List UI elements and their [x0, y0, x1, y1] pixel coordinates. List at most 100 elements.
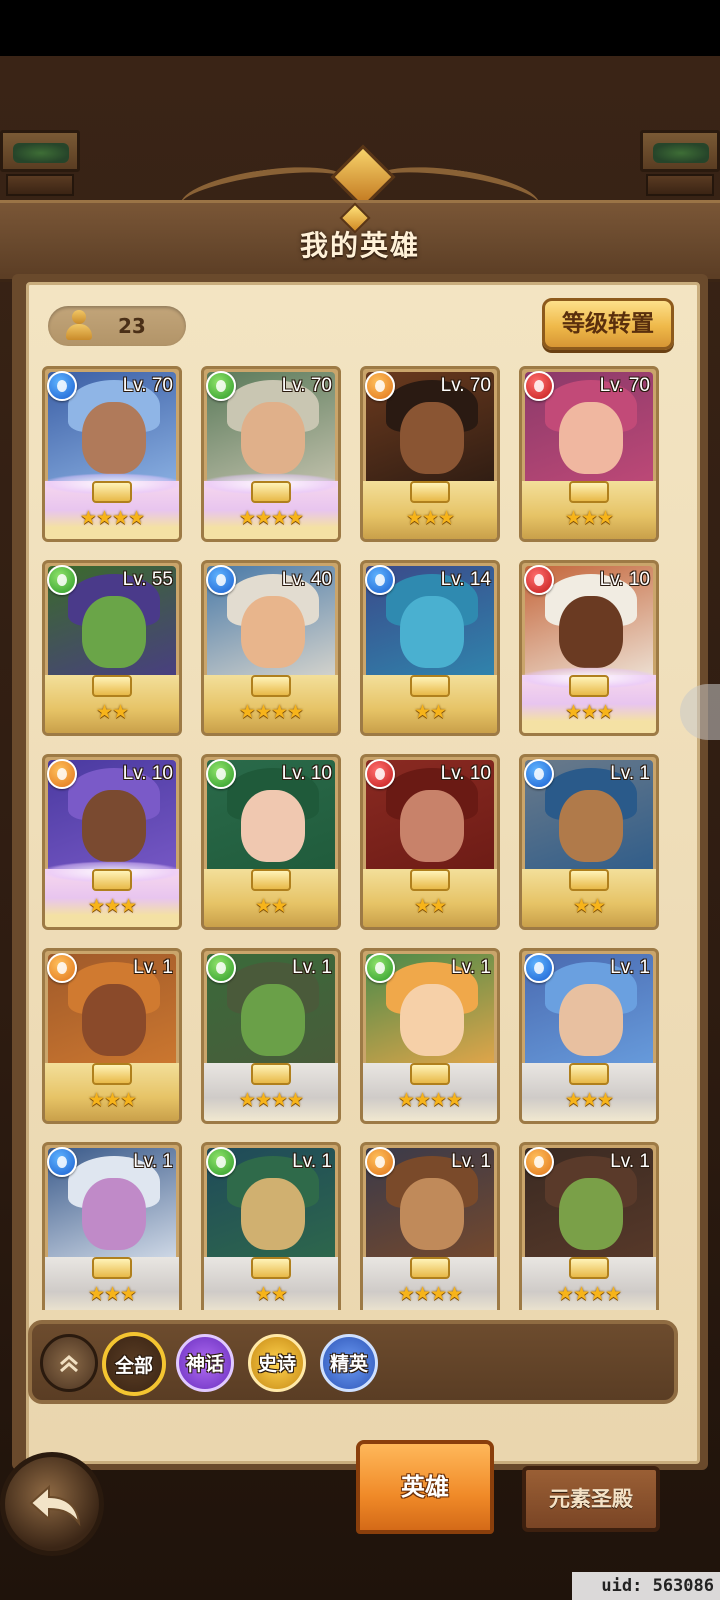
hero-level: Lv. 1: [292, 1151, 332, 1172]
filter-myth-button[interactable]: 神话: [176, 1334, 234, 1392]
hero-level: Lv. 14: [440, 569, 491, 590]
hero-stars: ★★★★: [238, 701, 304, 723]
left-pillar-decoration: [0, 130, 80, 200]
hero-grid: ★★★★ Lv. 70 ★★★★ Lv. 70 ★★★ Lv. 70 ★★★ Lv. 70 ★★…: [42, 366, 682, 1310]
page-title: 我的英雄: [299, 229, 420, 262]
fire-element-icon: [365, 759, 395, 789]
hero-level: Lv. 1: [610, 957, 650, 978]
water-element-icon: [47, 371, 77, 401]
status-bar: [0, 0, 720, 56]
hero-card[interactable]: ★★ Lv. 10: [201, 754, 341, 930]
light-element-icon: [365, 371, 395, 401]
hero-card[interactable]: ★★ Lv. 10: [360, 754, 500, 930]
hero-count-badge: 23: [48, 306, 186, 346]
filter-all-button[interactable]: 全部: [102, 1332, 166, 1396]
back-button[interactable]: [0, 1452, 104, 1556]
hero-level: Lv. 10: [440, 763, 491, 784]
fire-element-icon: [524, 371, 554, 401]
hero-card[interactable]: ★★★ Lv. 1: [42, 948, 182, 1124]
hero-stars: ★★★★: [556, 1283, 622, 1305]
hero-level: Lv. 10: [281, 763, 332, 784]
rank-crest-icon: [251, 1257, 291, 1279]
water-element-icon: [524, 759, 554, 789]
hero-stars: ★★: [413, 895, 447, 917]
hero-face: [559, 984, 623, 1056]
hero-card[interactable]: ★★ Lv. 1: [519, 754, 659, 930]
hero-stars: ★★★★: [238, 507, 304, 529]
double-chevron-up-icon: [60, 1355, 78, 1373]
rank-crest-icon: [251, 675, 291, 697]
hero-card[interactable]: ★★★★ Lv. 40: [201, 560, 341, 736]
hero-face: [82, 984, 146, 1056]
water-element-icon: [524, 953, 554, 983]
filter-elite-button[interactable]: 精英: [320, 1334, 378, 1392]
hero-face: [82, 790, 146, 862]
hero-level: Lv. 1: [292, 957, 332, 978]
fire-element-icon: [524, 565, 554, 595]
rank-crest-icon: [569, 481, 609, 503]
rank-crest-icon: [251, 481, 291, 503]
hero-card[interactable]: ★★★★ Lv. 1: [519, 1142, 659, 1310]
level-transfer-button[interactable]: 等级转置: [542, 298, 674, 350]
hero-level: Lv. 70: [440, 375, 491, 396]
light-element-icon: [47, 953, 77, 983]
hero-card[interactable]: ★★★★ Lv. 1: [360, 948, 500, 1124]
rank-crest-icon: [569, 869, 609, 891]
hero-card[interactable]: ★★★ Lv. 70: [519, 366, 659, 542]
rank-crest-icon: [569, 675, 609, 697]
hero-level: Lv. 70: [122, 375, 173, 396]
hero-face: [559, 402, 623, 474]
hero-level: Lv. 1: [451, 957, 491, 978]
hero-face: [82, 1178, 146, 1250]
hero-face: [559, 790, 623, 862]
rank-crest-icon: [410, 481, 450, 503]
hero-count: 23: [118, 314, 146, 338]
hero-stars: ★★★: [564, 1089, 614, 1111]
hero-face: [559, 1178, 623, 1250]
hero-card[interactable]: ★★★★ Lv. 70: [201, 366, 341, 542]
wind-element-icon: [206, 759, 236, 789]
hero-face: [400, 790, 464, 862]
hero-card[interactable]: ★★★★ Lv. 1: [360, 1142, 500, 1310]
hero-card[interactable]: ★★★ Lv. 70: [360, 366, 500, 542]
hero-level: Lv. 1: [133, 1151, 173, 1172]
rank-crest-icon: [92, 869, 132, 891]
hero-level: Lv. 1: [610, 1151, 650, 1172]
rank-crest-icon: [569, 1063, 609, 1085]
hero-card[interactable]: ★★ Lv. 55: [42, 560, 182, 736]
hero-face: [400, 596, 464, 668]
hero-card[interactable]: ★★★ Lv. 1: [42, 1142, 182, 1310]
hero-card[interactable]: ★★★ Lv. 10: [519, 560, 659, 736]
hero-stars: ★★★★: [397, 1089, 463, 1111]
tab-heroes[interactable]: 英雄: [356, 1440, 494, 1534]
hero-card[interactable]: ★★ Lv. 1: [201, 1142, 341, 1310]
hero-card[interactable]: ★★★ Lv. 10: [42, 754, 182, 930]
hero-card[interactable]: ★★ Lv. 14: [360, 560, 500, 736]
hero-level: Lv. 1: [451, 1151, 491, 1172]
person-icon: [64, 310, 94, 342]
collapse-filter-button[interactable]: [40, 1334, 98, 1392]
hero-stars: ★★★★: [79, 507, 145, 529]
hero-face: [400, 1178, 464, 1250]
hero-stars: ★★★: [87, 895, 137, 917]
right-pillar-decoration: [640, 130, 720, 200]
light-element-icon: [47, 759, 77, 789]
hero-face: [82, 402, 146, 474]
water-element-icon: [47, 1147, 77, 1177]
rank-crest-icon: [410, 675, 450, 697]
hero-stars: ★★: [95, 701, 129, 723]
hero-face: [241, 790, 305, 862]
wind-element-icon: [206, 1147, 236, 1177]
hero-card[interactable]: ★★★ Lv. 1: [519, 948, 659, 1124]
light-element-icon: [524, 1147, 554, 1177]
hero-level: Lv. 70: [599, 375, 650, 396]
hero-card[interactable]: ★★★★ Lv. 1: [201, 948, 341, 1124]
rank-crest-icon: [92, 675, 132, 697]
hero-card[interactable]: ★★★★ Lv. 70: [42, 366, 182, 542]
tab-element-temple[interactable]: 元素圣殿: [522, 1466, 660, 1532]
water-element-icon: [206, 565, 236, 595]
hero-stars: ★★★: [564, 701, 614, 723]
rank-crest-icon: [569, 1257, 609, 1279]
filter-epic-button[interactable]: 史诗: [248, 1334, 306, 1392]
rank-crest-icon: [410, 869, 450, 891]
